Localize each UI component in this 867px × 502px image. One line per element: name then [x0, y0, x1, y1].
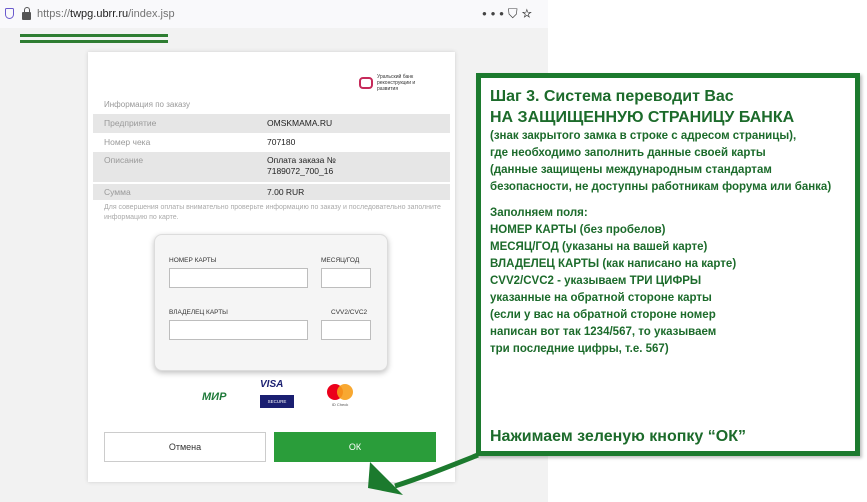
order-row-amount: Сумма 7.00 RUR: [93, 184, 450, 200]
card-form: НОМЕР КАРТЫ МЕСЯЦ/ГОД ВЛАДЕЛЕЦ КАРТЫ CVV…: [154, 234, 388, 371]
mir-logo: МИР: [202, 391, 227, 403]
payment-panel: Уральский банк реконструкции и развития …: [88, 52, 455, 482]
order-info-title: Информация по заказу: [104, 100, 190, 109]
browser-toolbar: https://twpg.ubrr.ru/index.jsp •••⛉☆: [0, 0, 548, 29]
callout-fill-line: три последние цифры, т.е. 567): [490, 343, 669, 355]
pocket-icon[interactable]: ⛉: [508, 6, 522, 21]
toolbar-actions: •••⛉☆: [482, 6, 536, 22]
callout-fill-line: Заполняем поля:: [490, 207, 588, 219]
order-label: Сумма: [104, 187, 131, 197]
lock-icon[interactable]: [22, 7, 31, 20]
callout-title-line2: НА ЗАЩИЩЕННУЮ СТРАНИЦУ БАНКА: [490, 109, 795, 126]
order-value: 7.00 RUR: [267, 187, 305, 197]
url-prefix: https://: [37, 8, 71, 20]
visa-secure-badge: SECURE: [260, 395, 294, 408]
order-row-receipt: Номер чека 707180: [93, 133, 450, 152]
star-icon[interactable]: ☆: [522, 6, 536, 21]
mastercard-icon: [327, 384, 353, 400]
card-number-input[interactable]: [169, 268, 308, 288]
cancel-button[interactable]: Отмена: [104, 432, 266, 462]
card-holder-input[interactable]: [169, 320, 308, 340]
callout-fill-line: МЕСЯЦ/ГОД (указаны на вашей карте): [490, 241, 708, 253]
expiry-input[interactable]: [321, 268, 371, 288]
callout-fill-line: указанные на обратной стороне карты: [490, 292, 712, 304]
visa-logo: VISA: [260, 379, 284, 390]
payment-systems: МИР VISA SECURE ID Check: [88, 376, 455, 416]
header-decoration: [20, 34, 168, 43]
callout-fill-line: (если у вас на обратной стороне номер: [490, 309, 716, 321]
bank-logo: Уральский банк реконструкции и развития: [359, 74, 429, 92]
bank-logo-mark-icon: [359, 77, 373, 89]
bank-logo-text: Уральский банк реконструкции и развития: [377, 74, 416, 92]
instruction-callout: Шаг 3. Система переводит Вас НА ЗАЩИЩЕНН…: [476, 73, 860, 456]
callout-desc-line: безопасности, не доступны работникам фор…: [490, 181, 832, 193]
order-label: Номер чека: [104, 137, 151, 147]
order-value: OMSKMAMA.RU: [267, 118, 333, 128]
menu-dots-icon[interactable]: •••: [482, 6, 508, 21]
address-bar[interactable]: https://twpg.ubrr.ru/index.jsp: [37, 8, 175, 20]
order-row-description: Описание Оплата заказа № 7189072_700_16: [93, 152, 450, 182]
callout-title-line1: Шаг 3. Система переводит Вас: [490, 88, 734, 105]
order-table: Предприятие OMSKMAMA.RU Номер чека 70718…: [93, 114, 450, 200]
cvv-input[interactable]: [321, 320, 371, 340]
callout-desc-line: (данные защищены международным стандарта…: [490, 164, 772, 176]
callout-desc-line: где необходимо заполнить данные своей ка…: [490, 147, 766, 159]
callout-fill-line: CVV2/CVC2 - указываем ТРИ ЦИФРЫ: [490, 275, 702, 287]
callout-final-instruction: Нажимаем зеленую кнопку “ОК”: [490, 428, 746, 445]
mastercard-id-check: ID Check: [331, 402, 349, 407]
tracking-protection-icon[interactable]: [5, 8, 14, 19]
callout-desc-line: (знак закрытого замка в строке с адресом…: [490, 130, 797, 142]
card-number-label: НОМЕР КАРТЫ: [169, 257, 217, 264]
callout-fill-line: ВЛАДЕЛЕЦ КАРТЫ (как написано на карте): [490, 258, 737, 270]
callout-fill-line: написан вот так 1234/567, то указываем: [490, 326, 717, 338]
order-row-merchant: Предприятие OMSKMAMA.RU: [93, 114, 450, 133]
order-value: 707180: [267, 137, 296, 147]
card-holder-label: ВЛАДЕЛЕЦ КАРТЫ: [169, 309, 228, 316]
ok-button[interactable]: ОК: [274, 432, 436, 462]
callout-fill-line: НОМЕР КАРТЫ (без пробелов): [490, 224, 666, 236]
expiry-label: МЕСЯЦ/ГОД: [321, 257, 360, 264]
cvv-label: CVV2/CVC2: [331, 309, 368, 316]
order-value: Оплата заказа № 7189072_700_16: [267, 155, 336, 176]
order-note: Для совершения оплаты внимательно провер…: [104, 204, 441, 221]
url-host: twpg.ubrr.ru: [70, 8, 129, 20]
url-path: /index.jsp: [128, 8, 175, 20]
order-label: Описание: [104, 155, 144, 165]
order-label: Предприятие: [104, 118, 157, 128]
